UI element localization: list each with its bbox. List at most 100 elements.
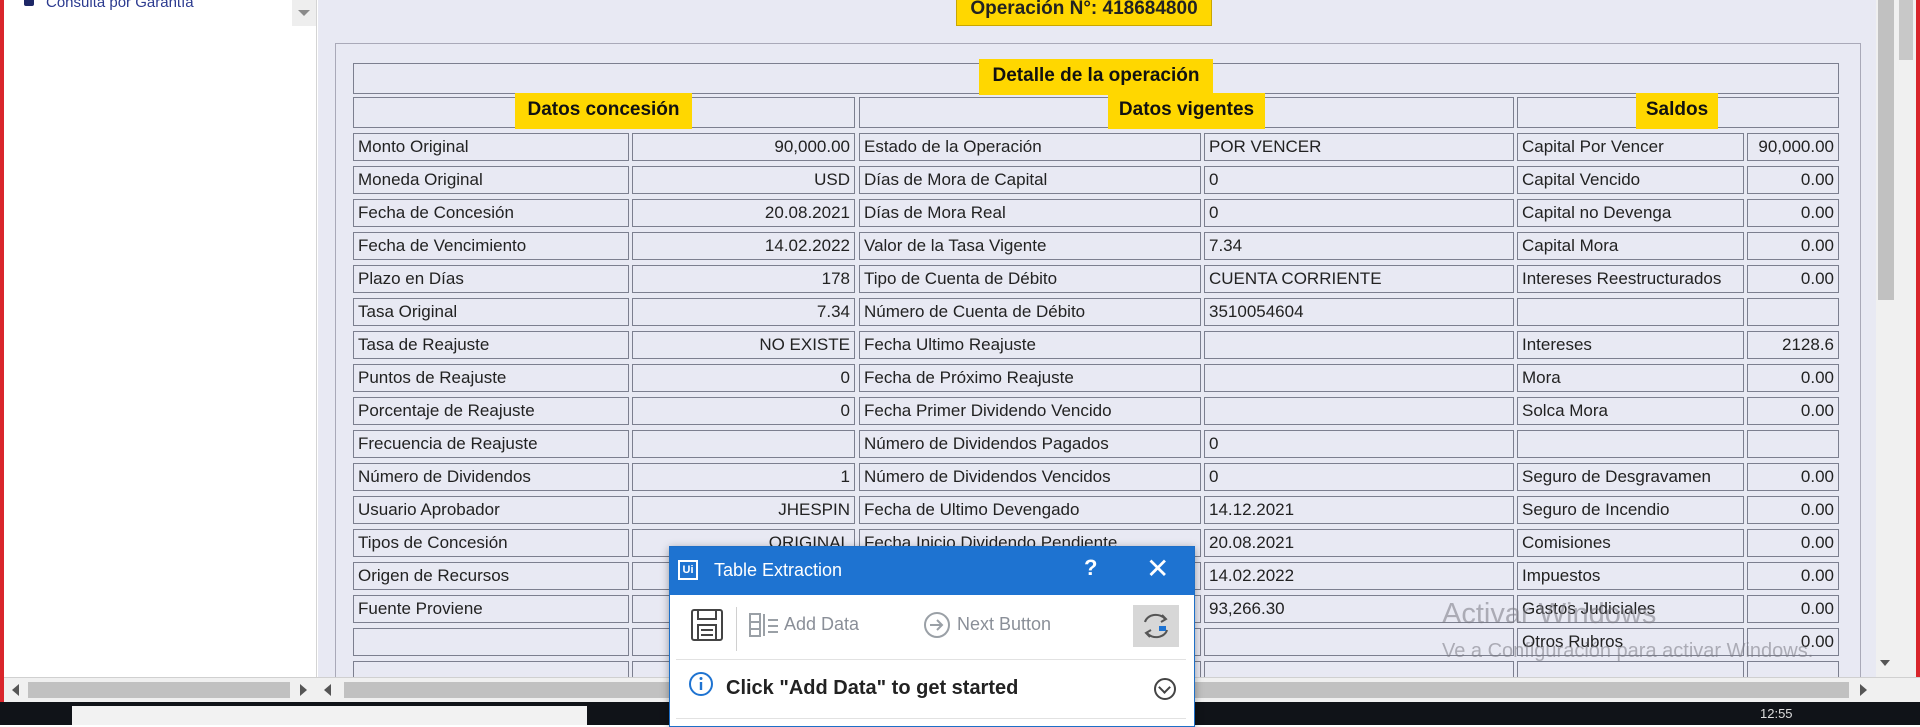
label-balance: Solca Mora (1517, 397, 1744, 425)
label-current: Fecha de Próximo Reajuste (859, 364, 1201, 392)
value-concession: 14.02.2022 (632, 232, 855, 260)
label-balance: Impuestos (1517, 562, 1744, 590)
value-current: CUENTA CORRIENTE (1204, 265, 1514, 293)
add-data-label: Add Data (784, 614, 860, 634)
window-frame-right (1916, 0, 1920, 725)
label-concession: Monto Original (353, 133, 629, 161)
section-header-current: Datos vigentes (1108, 93, 1265, 129)
dialog-divider (676, 659, 1186, 660)
value-balance: 0.00 (1747, 364, 1839, 392)
value-current: 3510054604 (1204, 298, 1514, 326)
section-header-concession: Datos concesión (515, 93, 692, 129)
value-concession: 7.34 (632, 298, 855, 326)
label-concession: Fecha de Concesión (353, 199, 629, 227)
value-concession: 178 (632, 265, 855, 293)
value-balance: 0.00 (1747, 232, 1839, 260)
label-concession (353, 628, 629, 656)
uipath-logo-icon: Ui (678, 560, 698, 580)
next-button-label: Next Button (957, 614, 1052, 634)
help-button[interactable]: ? (1084, 555, 1097, 581)
taskbar-clock: 12:55 (1760, 706, 1793, 721)
value-concession: JHESPIN (632, 496, 855, 524)
value-concession: USD (632, 166, 855, 194)
chevron-down-icon[interactable] (298, 10, 310, 16)
add-data-button[interactable]: Add Data (748, 607, 859, 641)
value-balance: 0.00 (1747, 397, 1839, 425)
label-balance (1517, 430, 1744, 458)
info-icon (688, 671, 714, 702)
scroll-left-arrow-icon[interactable] (324, 684, 331, 696)
dialog-title-bar: Ui Table Extraction ? ✕ (670, 547, 1194, 595)
instruction-message: Click "Add Data" to get started (726, 677, 1019, 699)
label-concession: Fuente Proviene (353, 595, 629, 623)
label-concession: Puntos de Reajuste (353, 364, 629, 392)
refresh-icon (1144, 613, 1168, 639)
save-button[interactable] (690, 607, 724, 642)
chevron-down-icon (1158, 681, 1171, 694)
label-current: Número de Dividendos Pagados (859, 430, 1201, 458)
value-concession: 0 (632, 397, 855, 425)
value-balance: 0.00 (1747, 496, 1839, 524)
value-balance: 2128.6 (1747, 331, 1839, 359)
label-current: Fecha Primer Dividendo Vencido (859, 397, 1201, 425)
label-current: Tipo de Cuenta de Débito (859, 265, 1201, 293)
value-current: 0 (1204, 199, 1514, 227)
label-balance: Comisiones (1517, 529, 1744, 557)
value-balance: 0.00 (1747, 463, 1839, 491)
page-scrollbar-thumb[interactable] (1899, 0, 1913, 60)
sidebar: Consulta por Garantía (4, 0, 317, 677)
value-concession (632, 430, 855, 458)
label-balance: Seguro de Incendio (1517, 496, 1744, 524)
section-header-balances: Saldos (1636, 93, 1718, 129)
label-concession: Origen de Recursos (353, 562, 629, 590)
refresh-button[interactable] (1133, 605, 1179, 647)
scroll-right-arrow-icon[interactable] (1860, 684, 1867, 696)
label-current: Número de Dividendos Vencidos (859, 463, 1201, 491)
scroll-right-arrow-icon[interactable] (300, 684, 307, 696)
label-balance: Intereses (1517, 331, 1744, 359)
table-extraction-dialog: Ui Table Extraction ? ✕ Add Data Next Bu… (669, 546, 1195, 727)
label-concession: Número de Dividendos (353, 463, 629, 491)
expand-button[interactable] (1154, 678, 1176, 700)
label-concession: Frecuencia de Reajuste (353, 430, 629, 458)
next-button-button[interactable]: Next Button (922, 607, 1051, 641)
label-concession: Fecha de Vencimiento (353, 232, 629, 260)
save-icon (691, 609, 723, 642)
value-balance: 0.00 (1747, 166, 1839, 194)
label-balance: Capital Vencido (1517, 166, 1744, 194)
value-current: 0 (1204, 430, 1514, 458)
label-current: Fecha Ultimo Reajuste (859, 331, 1201, 359)
scroll-down-arrow-icon[interactable] (1880, 660, 1890, 666)
label-balance: Capital Mora (1517, 232, 1744, 260)
page-scrollbar[interactable] (1896, 0, 1916, 710)
add-data-icon (749, 613, 778, 638)
scroll-left-arrow-icon[interactable] (12, 684, 19, 696)
label-balance: Seguro de Desgravamen (1517, 463, 1744, 491)
label-balance: Intereses Reestructurados (1517, 265, 1744, 293)
value-balance: 90,000.00 (1747, 133, 1839, 161)
scrollbar-thumb[interactable] (1878, 0, 1894, 300)
sidebar-link-consulta-garantia[interactable]: Consulta por Garantía (46, 0, 194, 11)
sidebar-scrollbar[interactable] (292, 0, 316, 26)
value-concession: 90,000.00 (632, 133, 855, 161)
label-balance: Mora (1517, 364, 1744, 392)
value-current: 14.02.2022 (1204, 562, 1514, 590)
next-arrow-icon (924, 612, 950, 639)
vertical-scrollbar[interactable] (1876, 0, 1896, 677)
value-current: 7.34 (1204, 232, 1514, 260)
value-balance: 0.00 (1747, 595, 1839, 623)
value-current: 0 (1204, 463, 1514, 491)
label-balance: Capital no Devenga (1517, 199, 1744, 227)
taskbar-search[interactable] (72, 706, 587, 725)
value-concession: 0 (632, 364, 855, 392)
label-current: Días de Mora Real (859, 199, 1201, 227)
label-current: Número de Cuenta de Débito (859, 298, 1201, 326)
value-current (1204, 331, 1514, 359)
value-current (1204, 397, 1514, 425)
value-balance (1747, 430, 1839, 458)
windows-activation-subtext: Ve a Configuración para activar Windows. (1442, 640, 1814, 662)
close-button[interactable]: ✕ (1146, 555, 1169, 583)
sidebar-hscroll-thumb[interactable] (28, 682, 290, 698)
value-concession: 1 (632, 463, 855, 491)
label-concession: Plazo en Días (353, 265, 629, 293)
